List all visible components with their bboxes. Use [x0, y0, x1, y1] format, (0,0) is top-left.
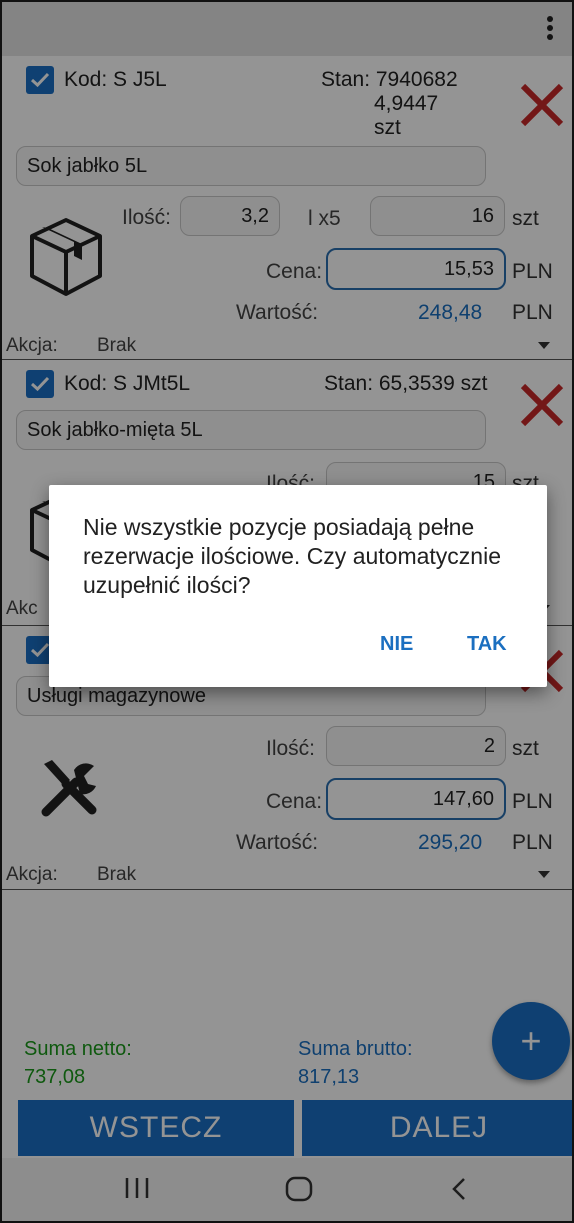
- confirm-dialog: Nie wszystkie pozycje posiadają pełne re…: [49, 485, 547, 687]
- dialog-no-button[interactable]: NIE: [380, 633, 413, 656]
- screen: Kod: S J5L Stan: 7940682 4,9447 szt Sok …: [0, 0, 574, 1223]
- dialog-yes-button[interactable]: TAK: [467, 633, 507, 656]
- dialog-message: Nie wszystkie pozycje posiadają pełne re…: [83, 514, 501, 598]
